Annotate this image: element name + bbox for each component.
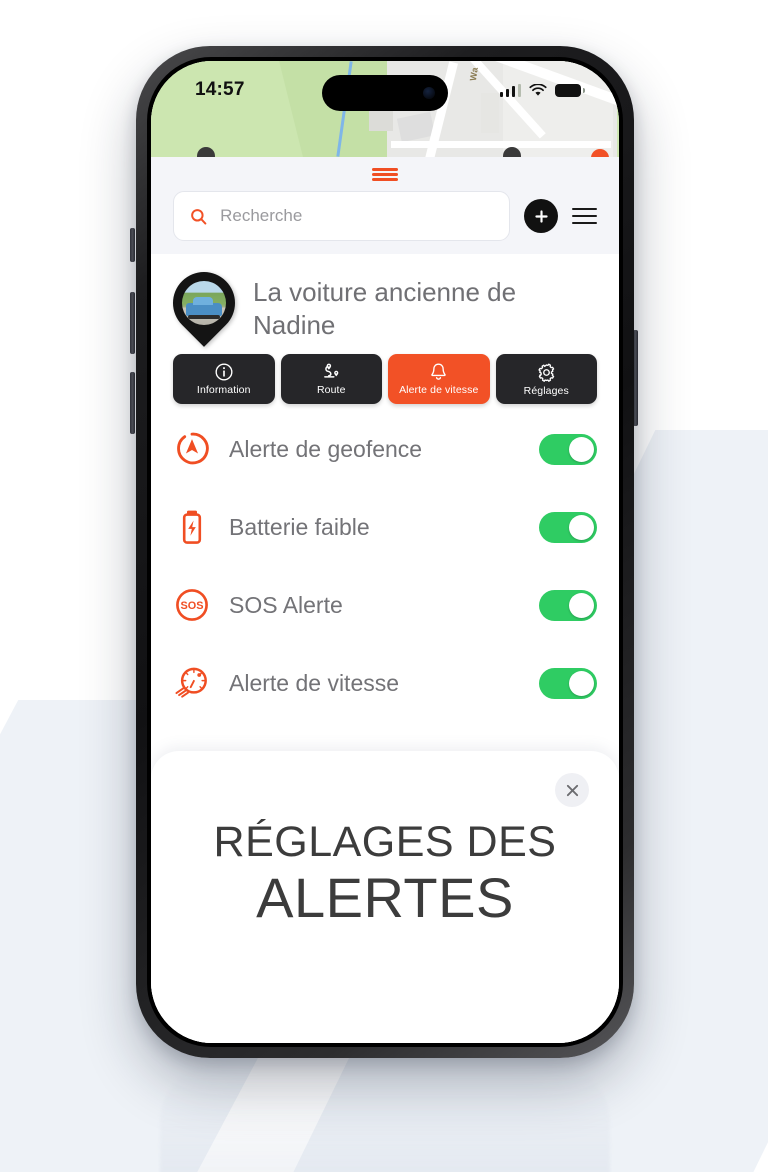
close-icon[interactable] bbox=[555, 773, 589, 807]
action-label: Information bbox=[196, 384, 251, 396]
route-icon bbox=[323, 363, 339, 378]
alert-settings-sheet: RÉGLAGES DES ALERTES bbox=[151, 751, 619, 1043]
action-label: Route bbox=[316, 384, 346, 396]
volume-down-button[interactable] bbox=[130, 372, 135, 434]
alert-toggle-speed[interactable] bbox=[539, 667, 597, 699]
page-background: Wa 14:57 Recherche La voiture ancienne d… bbox=[0, 0, 768, 1172]
phone-bezel: Wa 14:57 Recherche La voiture ancienne d… bbox=[147, 57, 623, 1047]
cellular-signal-icon bbox=[499, 83, 521, 97]
phone-reflection bbox=[160, 1062, 610, 1172]
phone-screen: Wa 14:57 Recherche La voiture ancienne d… bbox=[151, 61, 619, 1043]
vehicle-header[interactable]: La voiture ancienne de Nadine bbox=[151, 254, 619, 347]
search-row bbox=[151, 171, 619, 241]
volume-up-button[interactable] bbox=[130, 292, 135, 354]
alert-label: Batterie faible bbox=[229, 513, 370, 540]
alert-row-speed[interactable]: Alerte de vitesse bbox=[173, 644, 597, 722]
action-label: Réglages bbox=[523, 384, 569, 397]
action-button-settings[interactable]: Réglages bbox=[495, 354, 597, 404]
main-panel: La voiture ancienne de Nadine Informatio… bbox=[151, 157, 619, 1043]
geofence-navigation-icon bbox=[173, 430, 211, 468]
sos-icon: SOS bbox=[173, 586, 211, 624]
action-button-route[interactable]: Route bbox=[280, 354, 382, 404]
vehicle-name: La voiture ancienne de Nadine bbox=[253, 277, 517, 341]
alert-toggle-geofence[interactable] bbox=[539, 433, 597, 465]
action-button-row: Information Route Alerte de vitesse Régl… bbox=[151, 346, 619, 404]
sheet-title-line-1: RÉGLAGES DES bbox=[213, 818, 557, 866]
panel-header bbox=[151, 157, 619, 254]
sheet-title: RÉGLAGES DES ALERTES bbox=[181, 821, 589, 926]
action-button-speed-alert[interactable]: Alerte de vitesse bbox=[388, 354, 490, 404]
dynamic-island bbox=[322, 75, 448, 111]
alert-label: SOS Alerte bbox=[229, 591, 343, 618]
gear-icon bbox=[538, 363, 554, 382]
phone-device-frame: Wa 14:57 Recherche La voiture ancienne d… bbox=[136, 46, 634, 1058]
hamburger-menu-icon[interactable] bbox=[572, 203, 597, 228]
low-battery-icon bbox=[173, 508, 211, 546]
search-field-container[interactable] bbox=[173, 191, 510, 241]
search-input[interactable] bbox=[220, 206, 493, 226]
speedometer-icon bbox=[173, 664, 211, 702]
alert-settings-list: Alerte de geofence Batterie faible SOS S… bbox=[151, 404, 619, 722]
action-button-information[interactable]: Information bbox=[173, 354, 275, 404]
bell-icon bbox=[431, 363, 446, 380]
map-road-4 bbox=[391, 141, 611, 148]
battery-icon bbox=[555, 83, 585, 97]
sheet-title-line-2: ALERTES bbox=[256, 866, 514, 929]
search-icon bbox=[191, 208, 207, 224]
map-pin-avatar-icon bbox=[160, 259, 248, 347]
alert-row-geofence[interactable]: Alerte de geofence bbox=[173, 410, 597, 488]
alert-toggle-sos[interactable] bbox=[539, 589, 597, 621]
alert-label: Alerte de vitesse bbox=[229, 669, 400, 696]
alert-row-sos[interactable]: SOS SOS Alerte bbox=[173, 566, 597, 644]
info-circle-icon bbox=[215, 363, 233, 381]
status-indicators bbox=[499, 83, 585, 97]
status-clock: 14:57 bbox=[195, 79, 245, 100]
svg-text:SOS: SOS bbox=[181, 600, 204, 612]
alert-label: Alerte de geofence bbox=[229, 435, 423, 462]
wifi-icon bbox=[529, 83, 547, 96]
alert-row-low-battery[interactable]: Batterie faible bbox=[173, 488, 597, 566]
plus-icon[interactable] bbox=[524, 199, 558, 233]
silent-switch[interactable] bbox=[130, 228, 135, 262]
alert-toggle-low-battery[interactable] bbox=[539, 511, 597, 543]
action-label: Alerte de vitesse bbox=[399, 384, 479, 396]
